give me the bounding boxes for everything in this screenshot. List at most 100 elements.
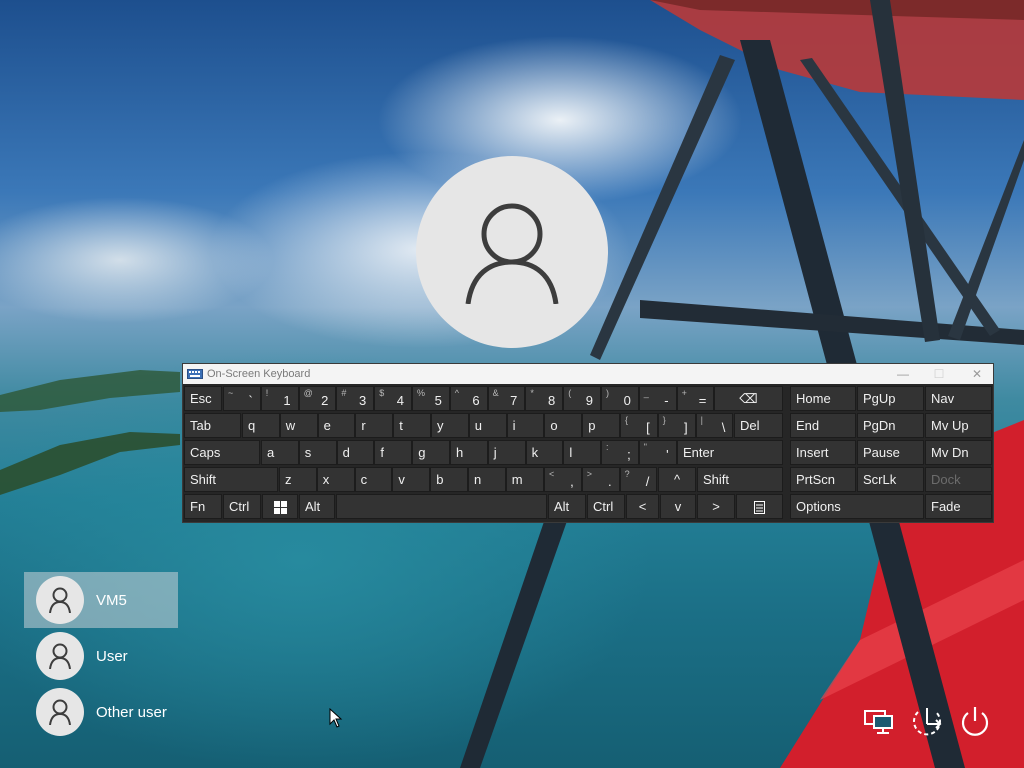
accessibility-button[interactable]: [910, 704, 944, 738]
key-prtscn[interactable]: PrtScn: [790, 467, 856, 492]
user-tile[interactable]: User: [24, 628, 178, 684]
key-f[interactable]: f: [374, 440, 413, 465]
key-del[interactable]: Del: [734, 413, 783, 438]
key-p[interactable]: p: [582, 413, 620, 438]
key-j[interactable]: j: [487, 440, 526, 465]
key-backspace[interactable]: ⌫: [714, 386, 783, 411]
key-row0-9[interactable]: (9: [563, 386, 601, 411]
key-row0-8[interactable]: * 8: [525, 386, 564, 411]
key-row0-10-shift-label: ): [606, 388, 609, 398]
minimize-button[interactable]: —: [891, 366, 915, 382]
key-row2-sym-1[interactable]: " ': [638, 440, 677, 465]
key-a[interactable]: a: [261, 440, 299, 465]
key-row1-sym-0[interactable]: {[: [620, 413, 658, 438]
key-alt-right[interactable]: Alt: [548, 494, 586, 519]
key-e-label: e: [323, 418, 331, 433]
key-row2-sym-0[interactable]: :;: [601, 440, 639, 465]
key-row0-11[interactable]: _ -: [638, 386, 677, 411]
key-e[interactable]: e: [317, 413, 356, 438]
maximize-button[interactable]: ☐: [927, 366, 951, 382]
key-row3-sym-0[interactable]: <,: [544, 467, 582, 492]
key-ctrl-left[interactable]: Ctrl: [223, 494, 261, 519]
key-row0-10[interactable]: ) 0: [601, 386, 639, 411]
key-q-label: q: [248, 418, 256, 433]
key-mvup[interactable]: Mv Up: [925, 413, 992, 438]
key-row0-12[interactable]: + =: [676, 386, 715, 411]
key-g[interactable]: g: [412, 440, 450, 465]
key-d[interactable]: d: [336, 440, 375, 465]
key-o[interactable]: o: [544, 413, 583, 438]
key-row3-sym-1[interactable]: >.: [581, 467, 620, 492]
key-row0-4[interactable]: $4: [374, 386, 412, 411]
key-right-arrow[interactable]: >: [697, 494, 735, 519]
key-home[interactable]: Home: [790, 386, 856, 411]
key-row1-sym-1-char-label: ]: [683, 420, 688, 435]
key-nav[interactable]: Nav: [925, 386, 992, 411]
key-h[interactable]: h: [450, 440, 488, 465]
key-q[interactable]: q: [242, 413, 280, 438]
key-y[interactable]: y: [431, 413, 469, 438]
key-row0-2[interactable]: @2: [298, 386, 337, 411]
key-down-arrow[interactable]: v: [660, 494, 696, 519]
key-dock[interactable]: Dock: [925, 467, 992, 492]
key-row0-7[interactable]: & 7: [487, 386, 526, 411]
key-t[interactable]: t: [393, 413, 431, 438]
key-esc[interactable]: Esc: [184, 386, 222, 411]
key-caps[interactable]: Caps: [184, 440, 260, 465]
key-pgup[interactable]: PgUp: [857, 386, 924, 411]
key-row0-6[interactable]: ^ 6: [449, 386, 488, 411]
key-alt-left[interactable]: Alt: [299, 494, 335, 519]
key-tab[interactable]: Tab: [184, 413, 241, 438]
user-tile[interactable]: Other user: [24, 684, 178, 740]
key-m[interactable]: m: [505, 467, 544, 492]
key-end-label: End: [796, 418, 820, 433]
key-pause[interactable]: Pause: [857, 440, 924, 465]
title-bar[interactable]: On-Screen Keyboard — ☐ ✕: [183, 364, 993, 384]
key-x[interactable]: x: [316, 467, 355, 492]
key-fn[interactable]: Fn: [184, 494, 222, 519]
key-u[interactable]: u: [468, 413, 507, 438]
key-s[interactable]: s: [298, 440, 337, 465]
key-row1-sym-2[interactable]: | \: [695, 413, 734, 438]
key-ctrl-right[interactable]: Ctrl: [587, 494, 625, 519]
key-shift-right[interactable]: Shift: [697, 467, 783, 492]
key-b[interactable]: b: [430, 467, 468, 492]
close-button[interactable]: ✕: [965, 366, 989, 382]
key-end[interactable]: End: [790, 413, 856, 438]
key-mvdn[interactable]: Mv Dn: [925, 440, 992, 465]
key-c[interactable]: c: [354, 467, 393, 492]
key-shift-left[interactable]: Shift: [184, 467, 278, 492]
key-row3-sym-2[interactable]: ? /: [619, 467, 658, 492]
key-z[interactable]: z: [279, 467, 317, 492]
key-space[interactable]: [336, 494, 547, 519]
key-row0-1[interactable]: ! 1: [260, 386, 299, 411]
key-fn-label: Fn: [190, 499, 206, 514]
key-i[interactable]: i: [506, 413, 545, 438]
key-row1-sym-2-shift-label: |: [700, 415, 703, 425]
key-l[interactable]: l: [563, 440, 602, 465]
key-up-arrow[interactable]: ^: [658, 467, 696, 492]
key-pgdn[interactable]: PgDn: [857, 413, 924, 438]
key-menu[interactable]: [736, 494, 783, 519]
network-button[interactable]: [862, 704, 896, 738]
key-v[interactable]: v: [392, 467, 431, 492]
key-w[interactable]: w: [279, 413, 318, 438]
key-n[interactable]: n: [468, 467, 506, 492]
key-row0-3[interactable]: #3: [336, 386, 375, 411]
power-button[interactable]: [958, 704, 992, 738]
key-scrlk[interactable]: ScrLk: [857, 467, 924, 492]
key-k-label: k: [531, 445, 539, 460]
key-k[interactable]: k: [525, 440, 564, 465]
key-windows[interactable]: [262, 494, 298, 519]
key-row0-5[interactable]: % 5: [412, 386, 450, 411]
key-r[interactable]: r: [355, 413, 394, 438]
key-fade[interactable]: Fade: [925, 494, 992, 519]
key-left-arrow[interactable]: <: [626, 494, 659, 519]
key-row1-sym-1[interactable]: }]: [657, 413, 696, 438]
key-options[interactable]: Options: [790, 494, 924, 519]
key-home-label: Home: [796, 391, 831, 406]
key-insert[interactable]: Insert: [790, 440, 856, 465]
user-tile[interactable]: VM5: [24, 572, 178, 628]
key-enter[interactable]: Enter: [677, 440, 783, 465]
key-row0-0[interactable]: ~ `: [223, 386, 261, 411]
